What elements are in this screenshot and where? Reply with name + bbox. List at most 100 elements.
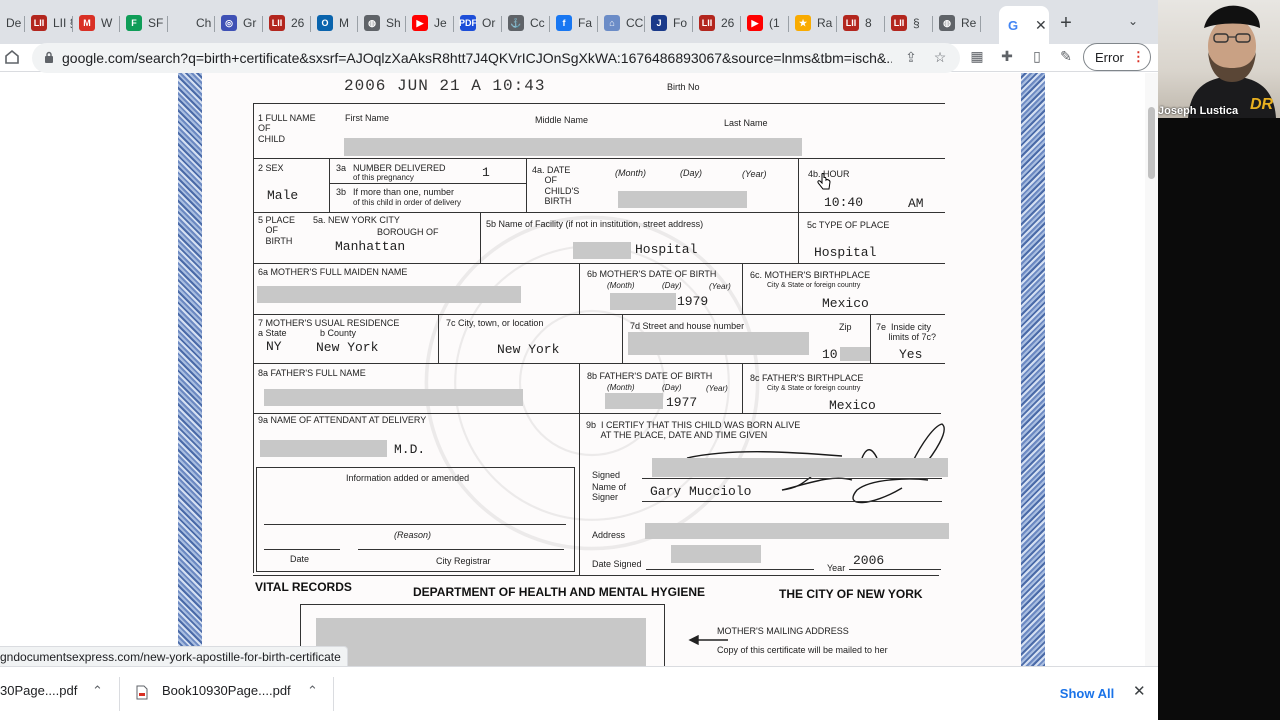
tab-separator (980, 16, 981, 32)
signer-name-label: Name of Signer (592, 482, 627, 503)
side-panel-icon[interactable]: ▯ (1027, 48, 1047, 68)
tab-favicon-icon: M (79, 15, 95, 31)
download-item-1-chevron-icon[interactable]: ⌃ (92, 683, 103, 699)
redacted-street (628, 332, 809, 355)
signed-year-value: 2006 (853, 553, 885, 568)
browser-tab-17[interactable]: ★ Ra (789, 8, 837, 38)
extension-icon[interactable]: ▦ (967, 48, 987, 68)
redacted-father-name (264, 389, 523, 406)
type-of-place-value: Hospital (814, 245, 877, 260)
webcam-feed: Joseph Lustica DR (1158, 0, 1280, 118)
browser-tab-16[interactable]: ▶ (1 (741, 8, 789, 38)
father-birthplace-label: 8c FATHER'S BIRTHPLACE (750, 373, 864, 383)
tab-title: § (913, 16, 920, 30)
number-delivered-value: 1 (482, 165, 490, 180)
browser-tab-5[interactable]: ◎ Gr (215, 8, 263, 38)
field-3a-number: 3a (336, 163, 347, 173)
md-value: M.D. (394, 442, 426, 457)
browser-tab-4[interactable]: Ch (168, 8, 215, 38)
certificate-border-left (178, 73, 202, 666)
url-text[interactable]: google.com/search?q=birth+certificate&sx… (62, 50, 892, 66)
scrollbar-thumb[interactable] (1148, 107, 1155, 179)
father-dob-label: 8b FATHER'S DATE OF BIRTH (587, 371, 713, 381)
inside-city-label: 7e Inside city limits of 7c? (876, 322, 937, 343)
share-icon[interactable]: ⇪ (902, 49, 920, 67)
tab-favicon-icon: LII (31, 15, 47, 31)
state-value: NY (266, 339, 282, 354)
address-bar[interactable]: google.com/search?q=birth+certificate&sx… (32, 43, 960, 73)
browser-tab-9[interactable]: ▶ Je (406, 8, 454, 38)
browser-toolbar: google.com/search?q=birth+certificate&sx… (0, 43, 1158, 73)
browser-tab-15[interactable]: LII 26 (693, 8, 741, 38)
redacted-date-signed (671, 545, 761, 563)
redacted-facility (573, 242, 631, 259)
county-value: New York (316, 340, 379, 355)
redacted-attendant (260, 440, 387, 457)
year-label: (Year) (742, 169, 767, 179)
sex-value: Male (267, 188, 299, 203)
redacted-birth-date (618, 191, 747, 208)
browser-tab-0[interactable]: De (0, 8, 25, 38)
browser-tab-12[interactable]: f Fa (550, 8, 598, 38)
mother-month-label: (Month) (607, 281, 635, 290)
mother-maiden-name-label: 6a MOTHER'S FULL MAIDEN NAME (258, 267, 408, 277)
field-3b-number: 3b (336, 187, 347, 197)
link-status-bubble: gndocumentsexpress.com/new-york-apostill… (0, 646, 348, 668)
mother-year-label: (Year) (709, 282, 731, 291)
tab-strip: DeLIILII §MWFSFCh◎GrLII26OM◍Sh▶JePDFOr⚓C… (0, 0, 1158, 44)
vital-records-heading: VITAL RECORDS (255, 580, 352, 594)
tab-title: Fo (673, 16, 688, 30)
lock-icon[interactable] (44, 51, 54, 63)
browser-tab-13[interactable]: ⌂ CC (598, 8, 645, 38)
month-label: (Month) (615, 168, 647, 178)
father-birthplace-value: Mexico (829, 398, 876, 413)
birth-certificate-image[interactable]: 2006 JUN 21 A 10:43 Birth No 1 FULL NAME… (202, 73, 1021, 666)
bookmark-star-icon[interactable]: ☆ (931, 49, 949, 67)
mother-day-label: (Day) (662, 281, 682, 290)
date-of-birth-label: 4a. DATE OF CHILD'S BIRTH (532, 165, 580, 207)
browser-tab-18[interactable]: LII 8 (837, 8, 885, 38)
city-value: New York (497, 342, 560, 357)
browser-tab-7[interactable]: OM (311, 8, 358, 38)
browser-tab-11[interactable]: ⚓ Cc (502, 8, 550, 38)
browser-tab-8[interactable]: ◍ Sh (358, 8, 406, 38)
redacted-zip (840, 347, 870, 361)
eyedropper-icon[interactable]: ✎ (1056, 48, 1076, 68)
browser-tab-20[interactable]: ◍ Re (933, 8, 981, 38)
tab-search-chevron-icon[interactable]: ⌄ (1128, 14, 1138, 28)
puzzle-extensions-icon[interactable]: ✚ (997, 48, 1017, 68)
download-item-1[interactable]: 30Page....pdf (0, 683, 77, 698)
download-item-2-chevron-icon[interactable]: ⌃ (307, 683, 318, 699)
hand-cursor-icon (817, 173, 831, 190)
show-all-button[interactable]: Show All (1050, 677, 1124, 709)
error-label: Error (1095, 49, 1124, 65)
profile-error-button[interactable]: Error ⋮ (1083, 43, 1151, 71)
home-icon[interactable] (3, 48, 21, 66)
tab-favicon-icon: LII (699, 15, 715, 31)
tab-title: Gr (243, 16, 257, 30)
browser-tab-3[interactable]: F SF (120, 8, 168, 38)
tab-favicon-icon: LII (891, 15, 907, 31)
browser-tab-19[interactable]: LII § (885, 8, 933, 38)
browser-tab-6[interactable]: LII 26 (263, 8, 311, 38)
close-download-bar-icon[interactable]: ✕ (1133, 682, 1146, 700)
tab-title: 8 (865, 16, 872, 30)
browser-tab-2[interactable]: MW (73, 8, 120, 38)
tab-favicon-icon: G (1005, 17, 1021, 33)
browser-tab-1[interactable]: LII LII § (25, 8, 73, 38)
browser-tab-14[interactable]: J Fo (645, 8, 693, 38)
borough-label: BOROUGH OF (377, 227, 439, 237)
browser-tab-10[interactable]: PDF Or (454, 8, 502, 38)
close-tab-icon[interactable]: ✕ (1035, 17, 1047, 34)
new-tab-button[interactable]: + (1056, 12, 1076, 35)
number-delivered-label: NUMBER DELIVERED (353, 163, 446, 173)
tab-title: SF (148, 16, 164, 30)
browser-tab-21[interactable]: G ✕ (999, 6, 1049, 44)
sex-label: 2 SEX (258, 163, 284, 173)
type-of-place-label: 5c TYPE OF PLACE (807, 220, 890, 230)
tab-favicon-icon: J (651, 15, 667, 31)
residence-label: 7 MOTHER'S USUAL RESIDENCE (258, 318, 400, 328)
download-item-2[interactable]: Book10930Page....pdf (162, 683, 291, 698)
tab-title: M (339, 16, 349, 30)
father-day-label: (Day) (662, 383, 682, 392)
